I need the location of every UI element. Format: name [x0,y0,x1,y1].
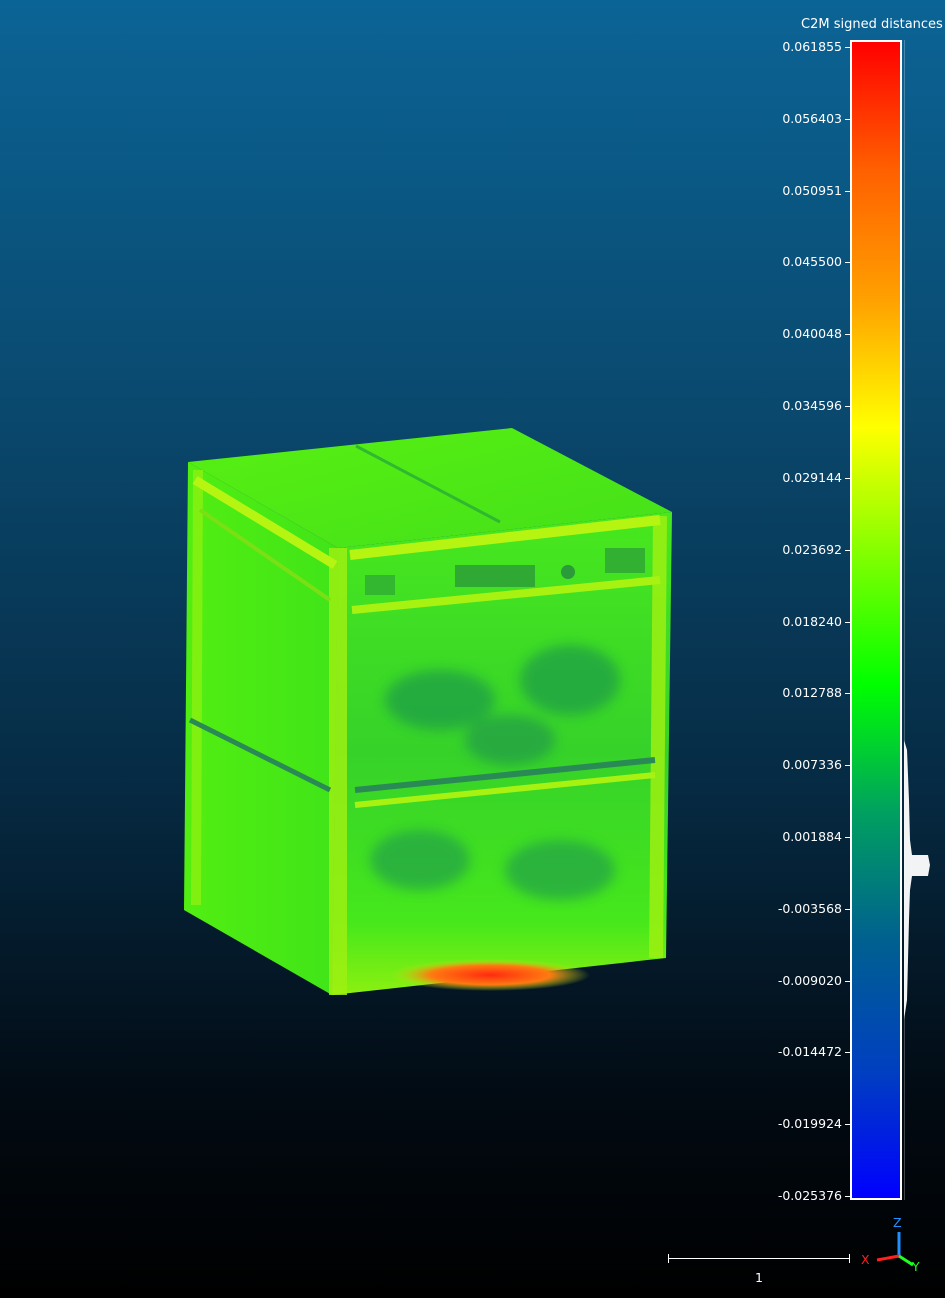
color-scale-tick-label: 0.050951 [782,182,842,198]
scalar-histogram [904,40,930,1200]
color-scale-tick-mark [845,908,850,910]
color-scale-tick-mark [845,406,850,408]
color-scale-tick: 0.061855 [770,40,850,54]
color-scale-tick-label: -0.014472 [777,1044,842,1060]
color-scale-tick: -0.014472 [770,1045,850,1059]
color-scale-tick-mark [845,190,850,192]
color-scale-tick: -0.019924 [770,1117,850,1131]
axis-x-label: X [861,1252,870,1267]
scalar-field-title: C2M signed distances [801,17,943,32]
color-scale-tick-mark [845,477,850,479]
color-scale-tick: 0.001884 [770,828,850,844]
color-scale-tick-mark [845,118,850,120]
model-hot-spot [390,959,590,991]
axis-y-label: Y [912,1259,920,1274]
color-scale-tick: 0.034596 [770,399,850,413]
color-scale-tick-mark [845,47,850,48]
color-scale-tick-mark [845,836,850,838]
scale-bar-label: 1 [755,1270,763,1285]
color-scale-tick-mark [845,621,850,623]
color-scale-tick-label: -0.003568 [777,900,842,916]
scale-bar-right-end [849,1254,850,1263]
color-scale-tick-mark [845,980,850,982]
color-scale-tick: -0.009020 [770,972,850,988]
color-scale-tick-label: -0.019924 [777,1116,842,1132]
color-scale-tick: -0.025376 [770,1189,850,1203]
color-scale-tick-label: -0.025376 [777,1188,842,1203]
color-scale-tick-mark [845,262,850,264]
color-scale-tick-label: 0.001884 [782,828,842,844]
color-scale-tick: -0.003568 [770,900,850,916]
color-scale-tick-label: 0.061855 [782,39,842,54]
color-scale-tick: 0.045500 [770,255,850,269]
color-scale-tick-label: 0.007336 [782,757,842,773]
color-scale-tick: 0.007336 [770,758,850,772]
color-scale-tick-label: 0.023692 [782,541,842,557]
color-scale-tick-mark [845,1196,850,1197]
color-scale-tick-mark [845,1124,850,1126]
color-scale-tick-label: 0.045500 [782,254,842,270]
color-scale-tick-label: 0.040048 [782,326,842,342]
color-scale-tick-label: 0.012788 [782,685,842,701]
3d-viewport[interactable]: C2M signed distances 0.061855 0.056403 0.0… [0,0,945,1298]
color-scale-tick-mark [845,765,850,767]
scale-bar-line [668,1258,850,1259]
color-scale-tick-mark [845,1052,850,1054]
color-scale-tick-label: 0.034596 [782,398,842,414]
axis-trihedron: Z X Y [855,1212,935,1282]
color-scale-tick-mark [845,693,850,695]
axis-z-label: Z [893,1215,902,1230]
color-scale-tick: 0.012788 [770,686,850,700]
color-scale-tick: 0.018240 [770,613,850,629]
color-scale-tick-label: -0.009020 [777,972,842,988]
color-scale-tick: 0.056403 [770,110,850,126]
color-scale-tick: 0.040048 [770,327,850,341]
color-scale-tick-mark [845,549,850,551]
color-scale-tick-label: 0.056403 [782,110,842,126]
scale-bar [668,1252,852,1266]
color-scale-tick: 0.029144 [770,469,850,485]
color-scale-tick-label: 0.018240 [782,613,842,629]
color-scale-bar [850,40,902,1200]
scale-bar-left-end [668,1254,669,1263]
color-scale-tick-mark [845,334,850,336]
color-scale-tick: 0.023692 [770,541,850,557]
color-scale-tick-label: 0.029144 [782,469,842,485]
color-scale-tick: 0.050951 [770,182,850,198]
